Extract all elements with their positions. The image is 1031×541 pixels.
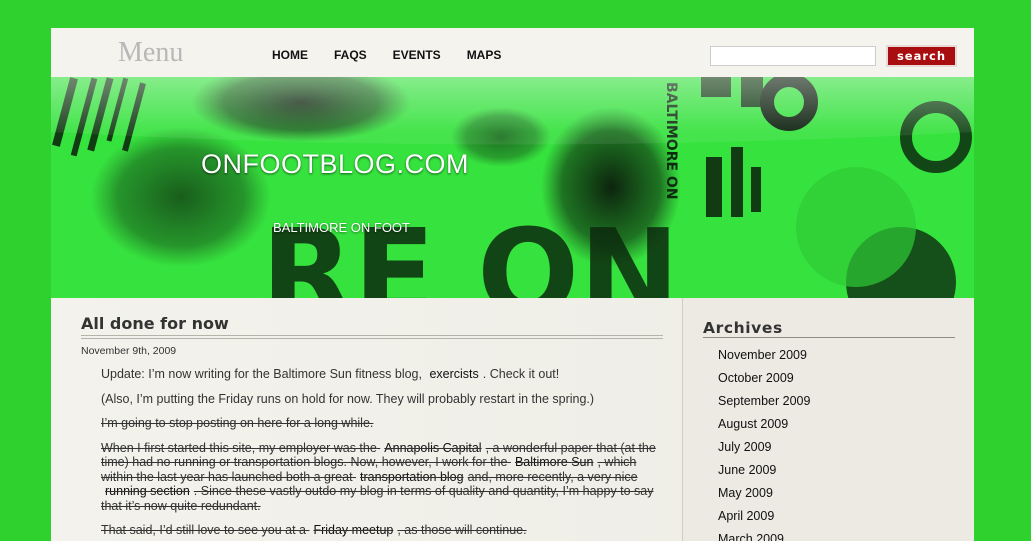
- running-section-link[interactable]: running section: [101, 484, 194, 498]
- post-title-rule: [81, 335, 663, 339]
- banner-bg-text: RE ON: [261, 205, 680, 298]
- post-text: That said, I’d still love to see you at …: [101, 523, 306, 537]
- archive-link-nov-2009[interactable]: November 2009: [718, 347, 810, 370]
- nav-faqs-link[interactable]: FAQS: [334, 48, 367, 62]
- archive-link-jul-2009[interactable]: July 2009: [718, 439, 810, 462]
- nav-home-link[interactable]: HOME: [272, 48, 308, 62]
- menu-logo: Menu: [118, 37, 184, 68]
- banner-artwork: RE ON BALTIMORE ON: [51, 77, 974, 298]
- post-title[interactable]: All done for now: [81, 314, 229, 333]
- main-nav: HOME FAQS EVENTS MAPS: [272, 48, 527, 62]
- sidebar: Archives November 2009 October 2009 Sept…: [683, 298, 974, 541]
- post-text: , as those will continue.: [397, 523, 527, 537]
- archive-link-mar-2009[interactable]: March 2009: [718, 531, 810, 541]
- archive-link-sep-2009[interactable]: September 2009: [718, 393, 810, 416]
- exercists-link[interactable]: exercists: [425, 367, 482, 381]
- friday-meetup-link[interactable]: Friday meetup: [309, 523, 397, 537]
- post-paragraph: That said, I’d still love to see you at …: [101, 523, 656, 538]
- site-tagline: BALTIMORE ON FOOT: [273, 220, 410, 235]
- post-paragraph: Update: I’m now writing for the Baltimor…: [101, 367, 656, 382]
- archive-list: November 2009 October 2009 September 200…: [718, 347, 810, 541]
- post-paragraph: I’m going to stop posting on here for a …: [101, 416, 374, 430]
- post-date: November 9th, 2009: [81, 345, 177, 357]
- post-body: Update: I’m now writing for the Baltimor…: [101, 367, 656, 541]
- site-title[interactable]: ONFOOTBLOG.COM: [201, 149, 469, 180]
- transportation-blog-link[interactable]: transportation blog: [356, 470, 468, 484]
- nav-maps-link[interactable]: MAPS: [467, 48, 502, 62]
- archive-link-oct-2009[interactable]: October 2009: [718, 370, 810, 393]
- post-paragraph: (Also, I’m putting the Friday runs on ho…: [101, 391, 595, 406]
- post-text: . Check it out!: [482, 367, 560, 381]
- archive-link-aug-2009[interactable]: August 2009: [718, 416, 810, 439]
- archive-link-jun-2009[interactable]: June 2009: [718, 462, 810, 485]
- main-content: All done for now November 9th, 2009 Upda…: [51, 298, 683, 541]
- header-banner: RE ON BALTIMORE ON ONFOOTBLOG.COM BALTIM…: [51, 77, 974, 298]
- post-text: Update: I’m now writing for the Baltimor…: [101, 367, 422, 381]
- archives-heading: Archives: [703, 319, 783, 337]
- search-input[interactable]: [710, 46, 876, 66]
- top-navbar: Menu HOME FAQS EVENTS MAPS search: [51, 28, 974, 77]
- post-paragraph: When I first started this site, my emplo…: [101, 441, 656, 514]
- baltimore-sun-link[interactable]: Baltimore Sun: [511, 455, 598, 469]
- archives-rule: [703, 337, 955, 338]
- archive-link-apr-2009[interactable]: April 2009: [718, 508, 810, 531]
- post-text: and, more recently, a very nice: [467, 469, 638, 484]
- post-text: When I first started this site, my emplo…: [101, 440, 377, 455]
- nav-events-link[interactable]: EVENTS: [393, 48, 441, 62]
- archive-link-may-2009[interactable]: May 2009: [718, 485, 810, 508]
- annapolis-capital-link[interactable]: Annapolis Capital: [380, 441, 485, 455]
- search-button[interactable]: search: [888, 47, 955, 65]
- page-container: Menu HOME FAQS EVENTS MAPS search RE ON …: [51, 28, 974, 541]
